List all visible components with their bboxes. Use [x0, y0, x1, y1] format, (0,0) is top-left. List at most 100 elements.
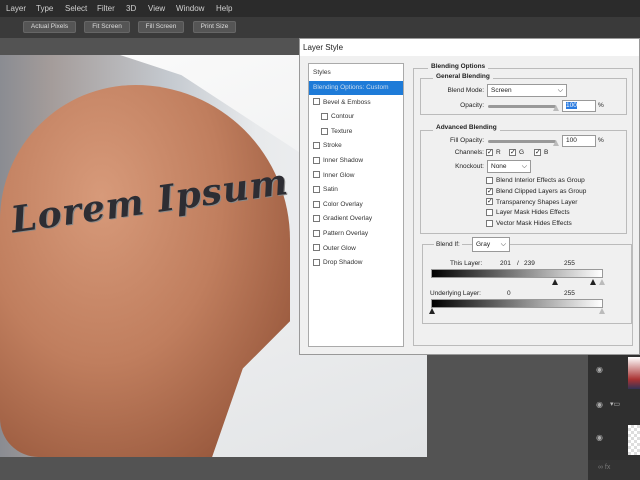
opacity-percent: %	[598, 102, 604, 109]
chevron-down-icon: ⌵	[521, 163, 527, 170]
menu-view[interactable]: View	[148, 4, 165, 13]
style-item-label: Drop Shadow	[323, 259, 363, 267]
checkbox[interactable]	[321, 112, 328, 120]
blend-mode-value: Screen	[491, 87, 512, 94]
style-item[interactable]: Color Overlay	[309, 198, 403, 212]
underlying-white-handle[interactable]	[599, 308, 605, 314]
style-item-label: Blending Options: Custom	[313, 84, 389, 91]
style-item[interactable]: Satin	[309, 183, 403, 197]
opacity-slider[interactable]	[488, 105, 556, 108]
this-layer-split-handle[interactable]	[590, 279, 596, 285]
style-item[interactable]: Inner Shadow	[309, 154, 403, 168]
fill-opacity-percent: %	[598, 137, 604, 144]
channel-g-checkbox[interactable]: ✓ G	[509, 148, 524, 157]
fit-screen-button[interactable]: Fit Screen	[84, 21, 130, 33]
style-item-label: Gradient Overlay	[323, 215, 373, 223]
this-layer-white-handle[interactable]	[599, 279, 605, 285]
this-layer-label: This Layer:	[450, 260, 483, 267]
knockout-select[interactable]: None ⌵	[487, 160, 531, 173]
checkbox[interactable]	[313, 215, 320, 223]
menu-help[interactable]: Help	[216, 4, 232, 13]
knockout-label: Knockout:	[455, 163, 484, 170]
blend-if-value: Gray	[476, 241, 491, 248]
checkbox[interactable]	[313, 171, 320, 179]
style-item[interactable]: Pattern Overlay	[309, 227, 403, 241]
layer-thumbnail[interactable]	[628, 357, 640, 389]
chevron-down-icon: ⌵	[557, 87, 563, 94]
menu-3d[interactable]: 3D	[126, 4, 136, 13]
advanced-option-checkbox[interactable]: Blend Interior Effects as Group	[486, 176, 585, 185]
menu-window[interactable]: Window	[176, 4, 204, 13]
fill-screen-button[interactable]: Fill Screen	[138, 21, 184, 33]
checkbox[interactable]	[313, 258, 320, 266]
blending-options-title: Blending Options	[428, 63, 489, 70]
options-bar: Actual Pixels Fit Screen Fill Screen Pri…	[0, 17, 640, 38]
fill-opacity-input[interactable]: 100	[562, 135, 596, 147]
menu-filter[interactable]: Filter	[97, 4, 115, 13]
underlying-low: 0	[507, 290, 511, 297]
print-size-button[interactable]: Print Size	[193, 21, 236, 33]
style-item[interactable]: Bevel & Emboss	[309, 96, 403, 110]
underlying-black-handle[interactable]	[429, 308, 435, 314]
advanced-option-checkbox[interactable]: Vector Mask Hides Effects	[486, 219, 572, 228]
knockout-value: None	[491, 163, 507, 170]
checkbox[interactable]	[313, 156, 320, 164]
style-item-label: Inner Glow	[323, 171, 355, 179]
this-layer-slash: /	[517, 260, 519, 267]
link-icon[interactable]: ∞ fx	[588, 460, 640, 480]
layer-style-dialog: Layer Style Styles Blending Options: Cus…	[299, 38, 640, 355]
group-folder-icon[interactable]: ▾▭	[610, 400, 620, 408]
menu-type[interactable]: Type	[36, 4, 53, 13]
style-item-label: Texture	[331, 127, 353, 135]
style-item[interactable]: Drop Shadow	[309, 256, 403, 270]
checkbox[interactable]	[321, 127, 328, 135]
channel-b-checkbox[interactable]: ✓ B	[534, 148, 548, 157]
advanced-option-checkbox[interactable]: ✓ Blend Clipped Layers as Group	[486, 187, 586, 196]
checkbox[interactable]	[313, 142, 320, 150]
opacity-input[interactable]: 100	[562, 100, 596, 112]
eye-icon[interactable]: ◉	[596, 365, 603, 374]
style-item-label: Stroke	[323, 142, 342, 150]
layer-thumbnail[interactable]	[628, 425, 640, 455]
style-item-label: Bevel & Emboss	[323, 98, 371, 106]
this-layer-black-handle[interactable]	[552, 279, 558, 285]
style-item-label: Outer Glow	[323, 244, 356, 252]
eye-icon[interactable]: ◉	[596, 433, 603, 442]
checkbox[interactable]	[313, 185, 320, 193]
menu-select[interactable]: Select	[65, 4, 87, 13]
checkbox[interactable]	[313, 200, 320, 208]
checkbox[interactable]	[313, 98, 320, 106]
style-item[interactable]: Blending Options: Custom	[309, 81, 403, 95]
style-item-label: Pattern Overlay	[323, 230, 369, 237]
menu-bar: Layer Type Select Filter 3D View Window …	[0, 0, 640, 17]
fill-opacity-slider[interactable]	[488, 140, 556, 143]
this-layer-high: 255	[564, 260, 575, 267]
advanced-option-checkbox[interactable]: Layer Mask Hides Effects	[486, 208, 570, 217]
style-item[interactable]: Contour	[309, 110, 403, 124]
actual-pixels-button[interactable]: Actual Pixels	[23, 21, 76, 33]
dialog-title: Layer Style	[300, 39, 639, 56]
advanced-option-checkbox[interactable]: ✓ Transparency Shapes Layer	[486, 198, 577, 207]
channel-r-checkbox[interactable]: ✓ R	[486, 148, 501, 157]
styles-header[interactable]: Styles	[309, 66, 403, 80]
style-item-label: Color Overlay	[323, 200, 363, 208]
underlying-layer-gradient	[431, 299, 603, 308]
fill-opacity-slider-handle[interactable]	[553, 140, 559, 146]
general-blending-title: General Blending	[433, 73, 493, 80]
eye-icon[interactable]: ◉	[596, 400, 603, 409]
style-item-label: Satin	[323, 186, 338, 194]
layers-panel: ◉ ◉ ▾▭ ◉ ∞ fx	[588, 355, 640, 480]
menu-layer[interactable]: Layer	[6, 4, 26, 13]
checkbox[interactable]	[313, 244, 320, 252]
style-item[interactable]: Outer Glow	[309, 242, 403, 256]
opacity-slider-handle[interactable]	[553, 105, 559, 111]
style-item[interactable]: Gradient Overlay	[309, 212, 403, 226]
blend-mode-label: Blend Mode:	[447, 87, 485, 94]
style-item[interactable]: Inner Glow	[309, 169, 403, 183]
checkbox[interactable]	[313, 229, 320, 237]
style-item-label: Inner Shadow	[323, 157, 364, 164]
style-item[interactable]: Texture	[309, 125, 403, 139]
style-item[interactable]: Stroke	[309, 139, 403, 153]
blend-mode-select[interactable]: Screen ⌵	[487, 84, 567, 97]
blend-if-select[interactable]: Gray ⌵	[472, 237, 510, 252]
